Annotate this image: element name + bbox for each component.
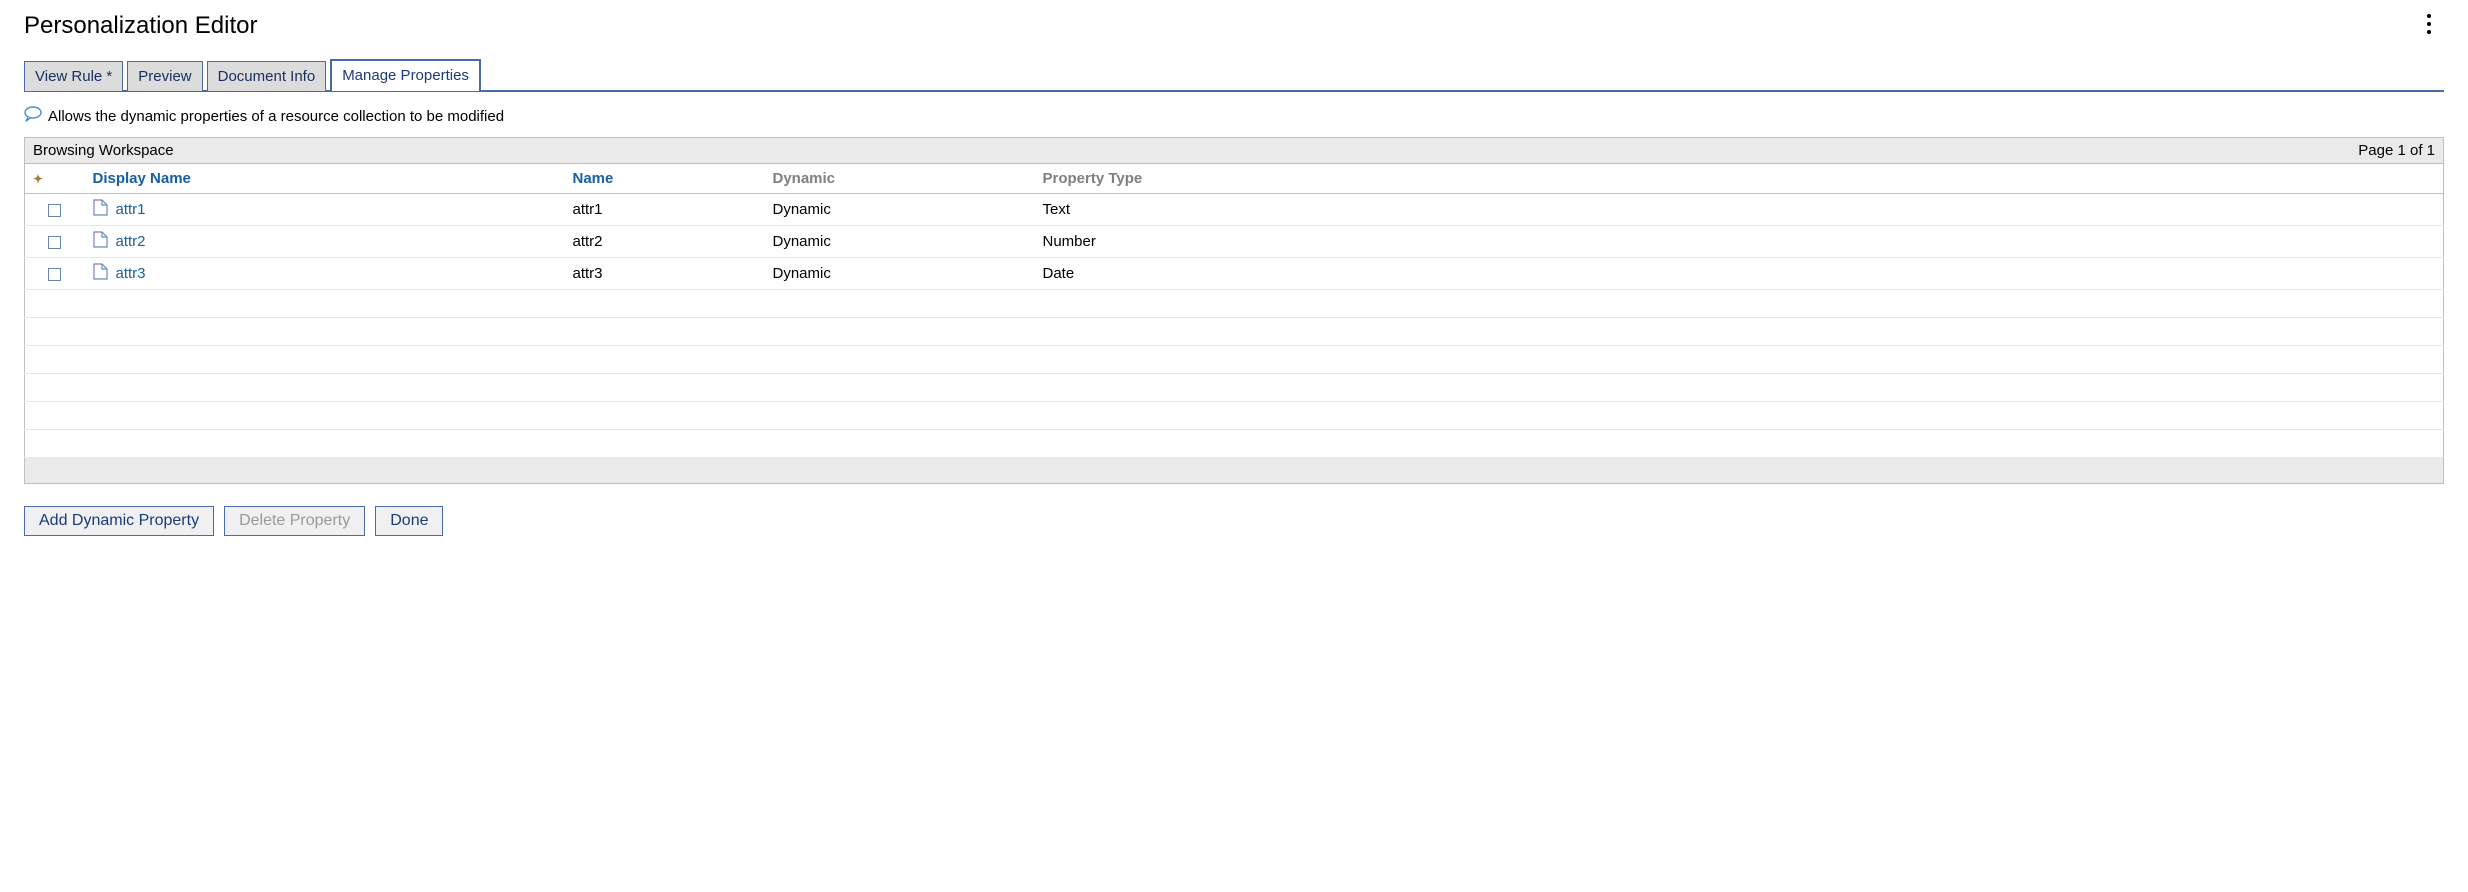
column-dynamic: Dynamic — [765, 164, 1035, 194]
star-icon: ✦ — [33, 172, 43, 186]
cell-name: attr1 — [565, 194, 765, 226]
page-title: Personalization Editor — [24, 12, 257, 40]
cell-name: attr3 — [565, 258, 765, 290]
add-dynamic-property-button[interactable]: Add Dynamic Property — [24, 506, 214, 536]
speech-bubble-icon — [24, 106, 42, 125]
overflow-menu-icon[interactable] — [2414, 9, 2444, 39]
table-row — [25, 402, 2444, 430]
table-row: attr2attr2DynamicNumber — [25, 226, 2444, 258]
table-footer-strip — [24, 458, 2444, 484]
display-name-link[interactable]: attr1 — [116, 201, 146, 218]
column-display-name[interactable]: Display Name — [85, 164, 565, 194]
cell-type: Number — [1035, 226, 2444, 258]
pager-label: Page 1 of 1 — [2358, 142, 2435, 159]
display-name-link[interactable]: attr3 — [116, 265, 146, 282]
done-button[interactable]: Done — [375, 506, 443, 536]
row-checkbox[interactable] — [48, 204, 61, 217]
table-row — [25, 318, 2444, 346]
table-row — [25, 430, 2444, 458]
column-select-all: ✦ — [25, 164, 85, 194]
cell-dynamic: Dynamic — [765, 226, 1035, 258]
properties-table: ✦ Display Name Name Dynamic Property Typ… — [24, 164, 2444, 458]
row-checkbox[interactable] — [48, 236, 61, 249]
breadcrumb: Browsing Workspace — [33, 142, 174, 159]
tab-bar: View Rule *PreviewDocument InfoManage Pr… — [24, 58, 2444, 92]
cell-type: Date — [1035, 258, 2444, 290]
tab-document-info[interactable]: Document Info — [207, 61, 327, 91]
table-row — [25, 346, 2444, 374]
cell-type: Text — [1035, 194, 2444, 226]
cell-dynamic: Dynamic — [765, 258, 1035, 290]
tab-manage-properties[interactable]: Manage Properties — [330, 59, 481, 91]
display-name-link[interactable]: attr2 — [116, 233, 146, 250]
document-icon — [93, 263, 108, 284]
document-icon — [93, 231, 108, 252]
cell-dynamic: Dynamic — [765, 194, 1035, 226]
column-property-type: Property Type — [1035, 164, 2444, 194]
tab-preview[interactable]: Preview — [127, 61, 202, 91]
table-row — [25, 290, 2444, 318]
document-icon — [93, 199, 108, 220]
table-row: attr1attr1DynamicText — [25, 194, 2444, 226]
column-name[interactable]: Name — [565, 164, 765, 194]
tab-view-rule[interactable]: View Rule * — [24, 61, 123, 91]
table-row: attr3attr3DynamicDate — [25, 258, 2444, 290]
table-row — [25, 374, 2444, 402]
hint-text: Allows the dynamic properties of a resou… — [48, 108, 504, 125]
row-checkbox[interactable] — [48, 268, 61, 281]
cell-name: attr2 — [565, 226, 765, 258]
delete-property-button[interactable]: Delete Property — [224, 506, 365, 536]
